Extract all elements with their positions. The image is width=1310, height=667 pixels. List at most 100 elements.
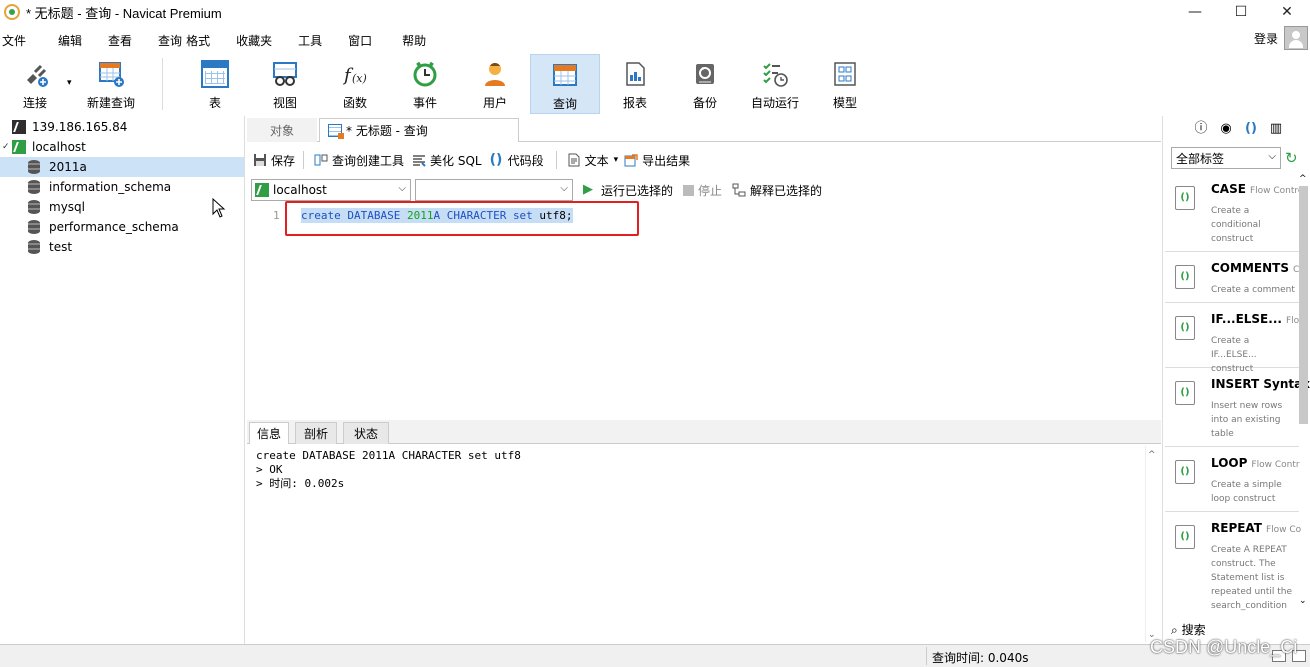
snippet-title: INSERT Syntax [1211, 377, 1310, 391]
info-icon[interactable]: ⓘ [1193, 121, 1209, 137]
tag-select-value: 全部标签 [1176, 151, 1225, 166]
run-selected-button[interactable]: ▶ 运行已选择的 [583, 182, 673, 199]
new-query-icon [99, 62, 124, 87]
report-button[interactable]: 报表 [600, 54, 670, 114]
query-builder-icon [314, 154, 328, 166]
snippet-loop[interactable]: () LOOP Flow Contr Create a simple loop c… [1165, 448, 1300, 512]
message-output: create DATABASE 2011A CHARACTER set utf8… [256, 449, 521, 490]
scroll-up-icon[interactable]: ^ [1299, 174, 1307, 184]
eye-icon[interactable]: ◉ [1218, 121, 1234, 137]
tree-connection-label: localhost [32, 140, 86, 154]
menu-edit[interactable]: 编辑 [36, 32, 92, 49]
tree-db-information-schema[interactable]: information_schema [0, 177, 244, 197]
menu-query[interactable]: 查询 [142, 32, 186, 49]
tree-db-2011a[interactable]: 2011a [0, 157, 244, 177]
text-button[interactable]: 文本 ▾ [567, 152, 619, 169]
snippet-icon: () [1175, 265, 1195, 289]
function-button[interactable]: f (x) 函数 [320, 54, 390, 114]
scroll-up-icon[interactable]: ^ [1148, 450, 1156, 460]
model-button[interactable]: 模型 [810, 54, 880, 114]
event-button[interactable]: 事件 [390, 54, 460, 114]
line-gutter: 1 [247, 204, 283, 416]
menu-tools[interactable]: 工具 [282, 32, 332, 49]
tree-db-mysql[interactable]: mysql [0, 197, 244, 217]
maximize-button[interactable]: ☐ [1218, 0, 1264, 24]
braces-icon: () [489, 152, 503, 168]
explain-selected-button[interactable]: 解释已选择的 [732, 182, 822, 199]
tab-profile[interactable]: 剖析 [295, 422, 337, 444]
database-select[interactable]: ⌵ [415, 179, 573, 201]
view-button[interactable]: 视图 [250, 54, 320, 114]
close-button[interactable]: ✕ [1264, 0, 1310, 24]
tree-connection-localhost[interactable]: ✓ localhost [0, 137, 244, 157]
export-results-label: 导出结果 [642, 153, 691, 168]
menu-format[interactable]: 格式 [186, 32, 220, 49]
login-link[interactable]: 登录 [1254, 30, 1278, 47]
menu-window[interactable]: 窗口 [332, 32, 382, 49]
minimize-button[interactable]: — [1172, 0, 1218, 24]
tree-db-performance-schema[interactable]: performance_schema [0, 217, 244, 237]
menu-help[interactable]: 帮助 [382, 32, 436, 49]
menu-view[interactable]: 查看 [92, 32, 142, 49]
tag-select[interactable]: 全部标签 ⌵ [1171, 147, 1281, 169]
stop-label: 停止 [698, 183, 723, 198]
tree-db-label: test [49, 240, 73, 254]
chevron-down-icon[interactable]: ✓ [2, 142, 12, 152]
snippet-repeat[interactable]: () REPEAT Flow Co Create A REPEAT constru… [1165, 513, 1301, 617]
connect-button[interactable]: 连接 [0, 54, 70, 114]
tree-db-label: mysql [49, 200, 85, 214]
table-button[interactable]: 表 [180, 54, 250, 114]
connect-dropdown-icon[interactable]: ▾ [67, 78, 72, 88]
export-results-button[interactable]: 导出结果 [624, 152, 690, 169]
new-query-button[interactable]: 新建查询 [76, 54, 146, 114]
export-icon [624, 154, 638, 167]
scrollbar-thumb[interactable] [1299, 186, 1308, 424]
avatar-icon[interactable] [1284, 26, 1308, 50]
snippet-desc: Create A REPEAT construct. The Statement… [1211, 545, 1293, 611]
scroll-down-icon[interactable]: ⌄ [1299, 596, 1307, 606]
save-icon [254, 154, 266, 166]
snippet-scrollbar[interactable]: ^ ⌄ [1297, 174, 1309, 616]
search-icon: ⌕ [1171, 623, 1178, 637]
explain-icon [732, 183, 746, 197]
window-controls: — ☐ ✕ [1172, 0, 1310, 24]
message-scrollbar[interactable]: ^ ⌄ [1145, 446, 1159, 642]
snippet-title: IF...ELSE... [1211, 312, 1282, 326]
tree-db-test[interactable]: test [0, 237, 244, 257]
snippet-case[interactable]: () CASE Flow Contro Create a conditional … [1165, 174, 1303, 252]
connection-select-value: localhost [273, 183, 327, 197]
snippet-if-else[interactable]: () IF...ELSE... Flow Create a IF...ELSE..… [1165, 304, 1306, 374]
snippet-insert[interactable]: () INSERT Syntax Insert new rows into an… [1165, 369, 1310, 447]
menu-favorites[interactable]: 收藏夹 [220, 32, 282, 49]
query-button[interactable]: 查询 [530, 54, 600, 114]
model-label: 模型 [832, 96, 857, 110]
tab-status[interactable]: 状态 [343, 422, 389, 444]
database-icon [28, 220, 40, 234]
refresh-icon[interactable]: ↻ [1285, 149, 1298, 167]
database-icon [28, 200, 40, 214]
stop-button[interactable]: 停止 [683, 182, 722, 199]
query-builder-button[interactable]: 查询创建工具 [314, 152, 404, 169]
tab-info[interactable]: 信息 [249, 422, 289, 444]
tab-query[interactable]: * 无标题 - 查询 [319, 118, 519, 142]
snippet-search[interactable]: ⌕ 搜索 [1171, 621, 1206, 638]
autorun-button[interactable]: 自动运行 [740, 54, 810, 114]
result-tabs: 信息 剖析 状态 [247, 420, 1161, 444]
beautify-sql-button[interactable]: 美化 SQL [412, 152, 482, 169]
user-button[interactable]: 用户 [460, 54, 530, 114]
braces-icon[interactable]: () [1243, 121, 1259, 137]
snippet-icon: () [1175, 525, 1195, 549]
snippet-comments[interactable]: () COMMENTS C Create a comment [1165, 253, 1299, 303]
connection-select[interactable]: localhost ⌵ [251, 179, 411, 201]
save-button[interactable]: 保存 [253, 152, 295, 169]
tab-objects[interactable]: 对象 [247, 118, 317, 142]
grid-icon[interactable]: ▥ [1268, 121, 1284, 137]
tree-connection-remote[interactable]: 139.186.165.84 [0, 117, 244, 137]
tree-connection-label: 139.186.165.84 [32, 120, 128, 134]
menu-file[interactable]: 文件 [0, 32, 36, 49]
code-snippet-button[interactable]: () 代码段 [490, 152, 544, 169]
text-dropdown-icon[interactable]: ▾ [614, 155, 619, 165]
backup-button[interactable]: 备份 [670, 54, 740, 114]
report-label: 报表 [622, 96, 647, 110]
menu-bar: 文件 编辑 查看 查询 格式 收藏夹 工具 窗口 帮助 [0, 28, 1310, 52]
